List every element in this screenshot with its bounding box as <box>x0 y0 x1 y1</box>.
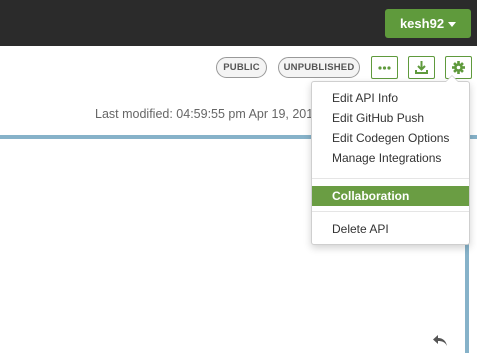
menu-item-edit-github-push[interactable]: Edit GitHub Push <box>312 108 469 128</box>
settings-dropdown-menu: Edit API Info Edit GitHub Push Edit Code… <box>311 75 470 245</box>
last-modified-text: Last modified: 04:59:55 pm Apr 19, 201 <box>95 107 314 121</box>
user-menu-button[interactable]: kesh92 <box>385 9 471 38</box>
menu-item-edit-api-info[interactable]: Edit API Info <box>312 88 469 108</box>
menu-divider <box>312 211 469 212</box>
ellipsis-icon <box>378 66 391 70</box>
top-navbar: kesh92 <box>0 0 477 46</box>
menu-item-delete-api[interactable]: Delete API <box>312 219 469 239</box>
undo-icon[interactable] <box>432 333 448 347</box>
unpublished-badge: UNPUBLISHED <box>278 57 360 78</box>
menu-item-manage-integrations[interactable]: Manage Integrations <box>312 148 469 168</box>
more-options-button[interactable] <box>371 56 398 79</box>
download-button[interactable] <box>408 56 435 79</box>
menu-divider <box>312 178 469 179</box>
public-badge: PUBLIC <box>216 57 267 78</box>
chevron-down-icon <box>448 22 457 28</box>
download-icon <box>415 61 428 74</box>
menu-item-edit-codegen-options[interactable]: Edit Codegen Options <box>312 128 469 148</box>
user-name: kesh92 <box>399 16 445 31</box>
menu-item-collaboration[interactable]: Collaboration <box>312 186 469 206</box>
